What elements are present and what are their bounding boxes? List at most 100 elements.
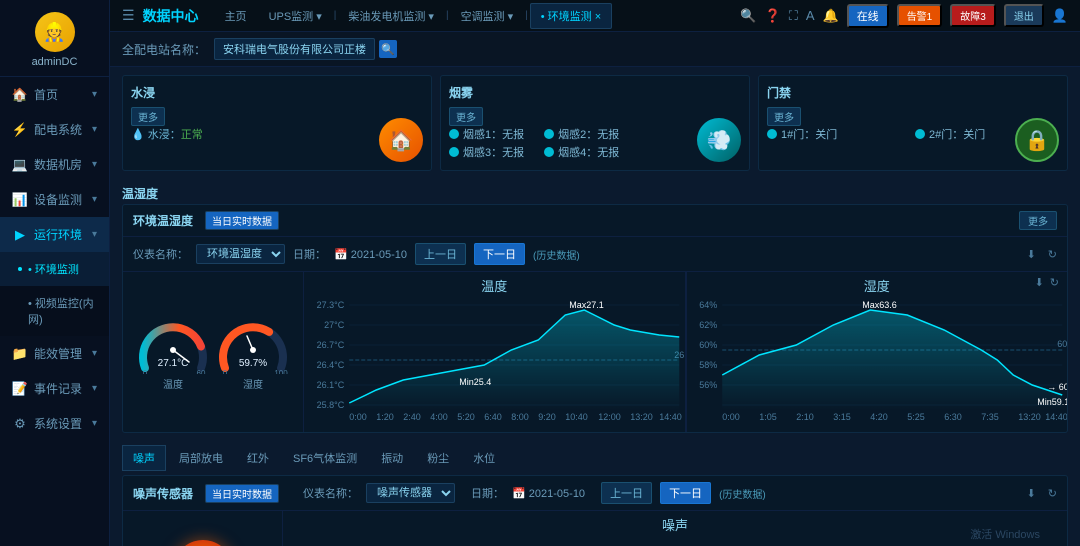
menu-icon: ☰ [122, 7, 135, 24]
bell-icon[interactable]: 🔔 [823, 8, 839, 24]
power-icon: ⚡ [12, 122, 28, 138]
subheader-search-button[interactable]: 🔍 [379, 40, 397, 58]
nav-tab-env[interactable]: • 环境监测 × [530, 3, 612, 29]
sensor-label: 仪表名称： [133, 246, 188, 262]
svg-text:13:20: 13:20 [1018, 412, 1041, 422]
hum-download-icon[interactable]: ⬇ [1035, 276, 1044, 289]
smoke-card-title: 烟雾 [449, 84, 741, 101]
nav-tab-ups[interactable]: UPS监测 ▾ [259, 4, 332, 28]
alert-button[interactable]: 告警1 [897, 4, 943, 27]
submenu-item-env-monitor[interactable]: • 环境监测 [0, 252, 109, 286]
fault-button[interactable]: 故障3 [950, 4, 996, 27]
smoke-dot-4 [544, 147, 554, 157]
svg-text:12:00: 12:00 [598, 412, 621, 422]
temp-gauge: 27.1°C 0 60 温度 [137, 314, 209, 391]
noise-tab-ir[interactable]: 红外 [236, 445, 280, 471]
search-icon[interactable]: 🔍 [740, 8, 756, 24]
svg-text:59.7%: 59.7% [239, 358, 267, 369]
sidebar-item-datacenter[interactable]: 💻 数据机房 ▾ [0, 147, 109, 182]
sidebar-item-label: 能效管理 [34, 345, 82, 362]
noise-tab-vibration[interactable]: 振动 [370, 445, 414, 471]
nav-tab-ac[interactable]: 空调监测 ▾ [451, 4, 524, 28]
sidebar-item-label: 事件记录 [34, 380, 82, 397]
question-icon[interactable]: ❓ [765, 8, 781, 24]
svg-text:27°C: 27°C [324, 320, 345, 330]
noise-date-label: 日期： [471, 485, 504, 501]
temp-update-button[interactable]: 更多 [1019, 211, 1057, 230]
next-day-button[interactable]: 下一日 [474, 243, 525, 265]
water-more-button[interactable]: 更多 [131, 107, 165, 126]
hist-link[interactable]: (历史数据) [533, 247, 580, 262]
smoke-more-button[interactable]: 更多 [449, 107, 483, 126]
env-icon: ▶ [12, 227, 28, 243]
chevron-icon: ▾ [92, 383, 97, 394]
door-more-button[interactable]: 更多 [767, 107, 801, 126]
energy-icon: 📁 [12, 346, 28, 362]
hum-refresh-icon[interactable]: ↻ [1050, 276, 1059, 289]
noise-next-button[interactable]: 下一日 [660, 482, 711, 504]
date-value: 📅 2021-05-10 [334, 248, 407, 261]
noise-circle: 🔊 [173, 540, 233, 546]
temp-chart-title: 温度 [304, 272, 685, 295]
hum-chart-title: 湿度 [687, 272, 1068, 295]
water-icon: 🏠 [379, 118, 423, 162]
datacenter-icon: 💻 [12, 157, 28, 173]
chevron-icon: ▾ [92, 124, 97, 135]
svg-text:2:40: 2:40 [403, 412, 421, 422]
smoke-icon: 💨 [697, 118, 741, 162]
door-item-1: 1#门：关门 [767, 126, 911, 142]
prev-day-button[interactable]: 上一日 [415, 243, 466, 265]
logout-button[interactable]: 退出 [1004, 4, 1044, 27]
sidebar-item-events[interactable]: 📝 事件记录 ▾ [0, 371, 109, 406]
sidebar-item-environment[interactable]: ▶ 运行环境 ▾ [0, 217, 109, 252]
sidebar: 👷 adminDC 🏠 首页 ▾ ⚡ 配电系统 ▾ 💻 数据机房 ▾ 📊 设备监… [0, 0, 110, 546]
temp-gauge-label: 温度 [163, 376, 183, 391]
noise-refresh-icon[interactable]: ↻ [1048, 487, 1057, 500]
online-button[interactable]: 在线 [847, 4, 889, 28]
submenu-item-video[interactable]: • 视频监控(内网) [0, 286, 109, 336]
nav-tab-home[interactable]: 主页 [215, 4, 257, 28]
smoke-dot-2 [544, 129, 554, 139]
svg-text:→ 60.28: → 60.28 [1047, 382, 1067, 392]
nav-tab-generator[interactable]: 柴油发电机监测 ▾ [338, 4, 444, 28]
door-label-2: 2#门：关门 [929, 126, 985, 142]
noise-hist-link[interactable]: (历史数据) [719, 486, 766, 501]
noise-tab-water[interactable]: 水位 [462, 445, 506, 471]
header: ☰ 数据中心 主页 UPS监测 ▾ | 柴油发电机监测 ▾ | 空调监测 ▾ |… [110, 0, 1080, 32]
sidebar-item-settings[interactable]: ⚙ 系统设置 ▾ [0, 406, 109, 441]
svg-text:1:20: 1:20 [376, 412, 394, 422]
noise-tab-noise[interactable]: 噪声 [122, 445, 166, 471]
hum-gauge-label: 湿度 [243, 376, 263, 391]
svg-text:58%: 58% [699, 360, 717, 370]
door-card: 门禁 更多 1#门：关门 2#门：关门 🔒 [758, 75, 1068, 171]
user-icon[interactable]: 👤 [1052, 8, 1068, 24]
expand-icon[interactable]: ⛶ [789, 8, 798, 24]
sidebar-item-device[interactable]: 📊 设备监测 ▾ [0, 182, 109, 217]
refresh-icon[interactable]: ↻ [1048, 248, 1057, 261]
noise-chart-title: 噪声 [283, 511, 1067, 534]
sidebar-item-power[interactable]: ⚡ 配电系统 ▾ [0, 112, 109, 147]
noise-prev-button[interactable]: 上一日 [601, 482, 652, 504]
noise-download-icon[interactable]: ⬇ [1027, 487, 1036, 500]
svg-text:26.4°C: 26.4°C [317, 360, 345, 370]
noise-sensor-select[interactable]: 噪声传感器 [366, 483, 455, 503]
sidebar-item-label: 运行环境 [34, 226, 82, 243]
sidebar-item-energy[interactable]: 📁 能效管理 ▾ [0, 336, 109, 371]
sidebar-item-home[interactable]: 🏠 首页 ▾ [0, 77, 109, 112]
noise-tab-sf6[interactable]: SF6气体监测 [282, 445, 368, 471]
sensor-select[interactable]: 环境温湿度 [196, 244, 285, 264]
subheader-value: 安科瑞电气股份有限公司正楼 [214, 38, 375, 60]
download-icon[interactable]: ⬇ [1027, 248, 1036, 261]
avatar: 👷 [35, 12, 75, 52]
chevron-icon: ▾ [92, 418, 97, 429]
smoke-card: 烟雾 更多 烟感1：无报 烟感2：无报 烟感3：无报 烟感4：无报 💨 [440, 75, 750, 171]
door-dot-2 [915, 129, 925, 139]
noise-tab-partial[interactable]: 局部放电 [168, 445, 234, 471]
svg-text:3:15: 3:15 [833, 412, 851, 422]
noise-tab-dust[interactable]: 粉尘 [416, 445, 460, 471]
settings-icon: ⚙ [12, 416, 28, 432]
sidebar-item-label: 配电系统 [34, 121, 82, 138]
svg-text:Min25.4: Min25.4 [459, 377, 491, 387]
water-card: 水浸 更多 💧 水浸：正常 🏠 [122, 75, 432, 171]
font-icon[interactable]: A [806, 8, 815, 23]
